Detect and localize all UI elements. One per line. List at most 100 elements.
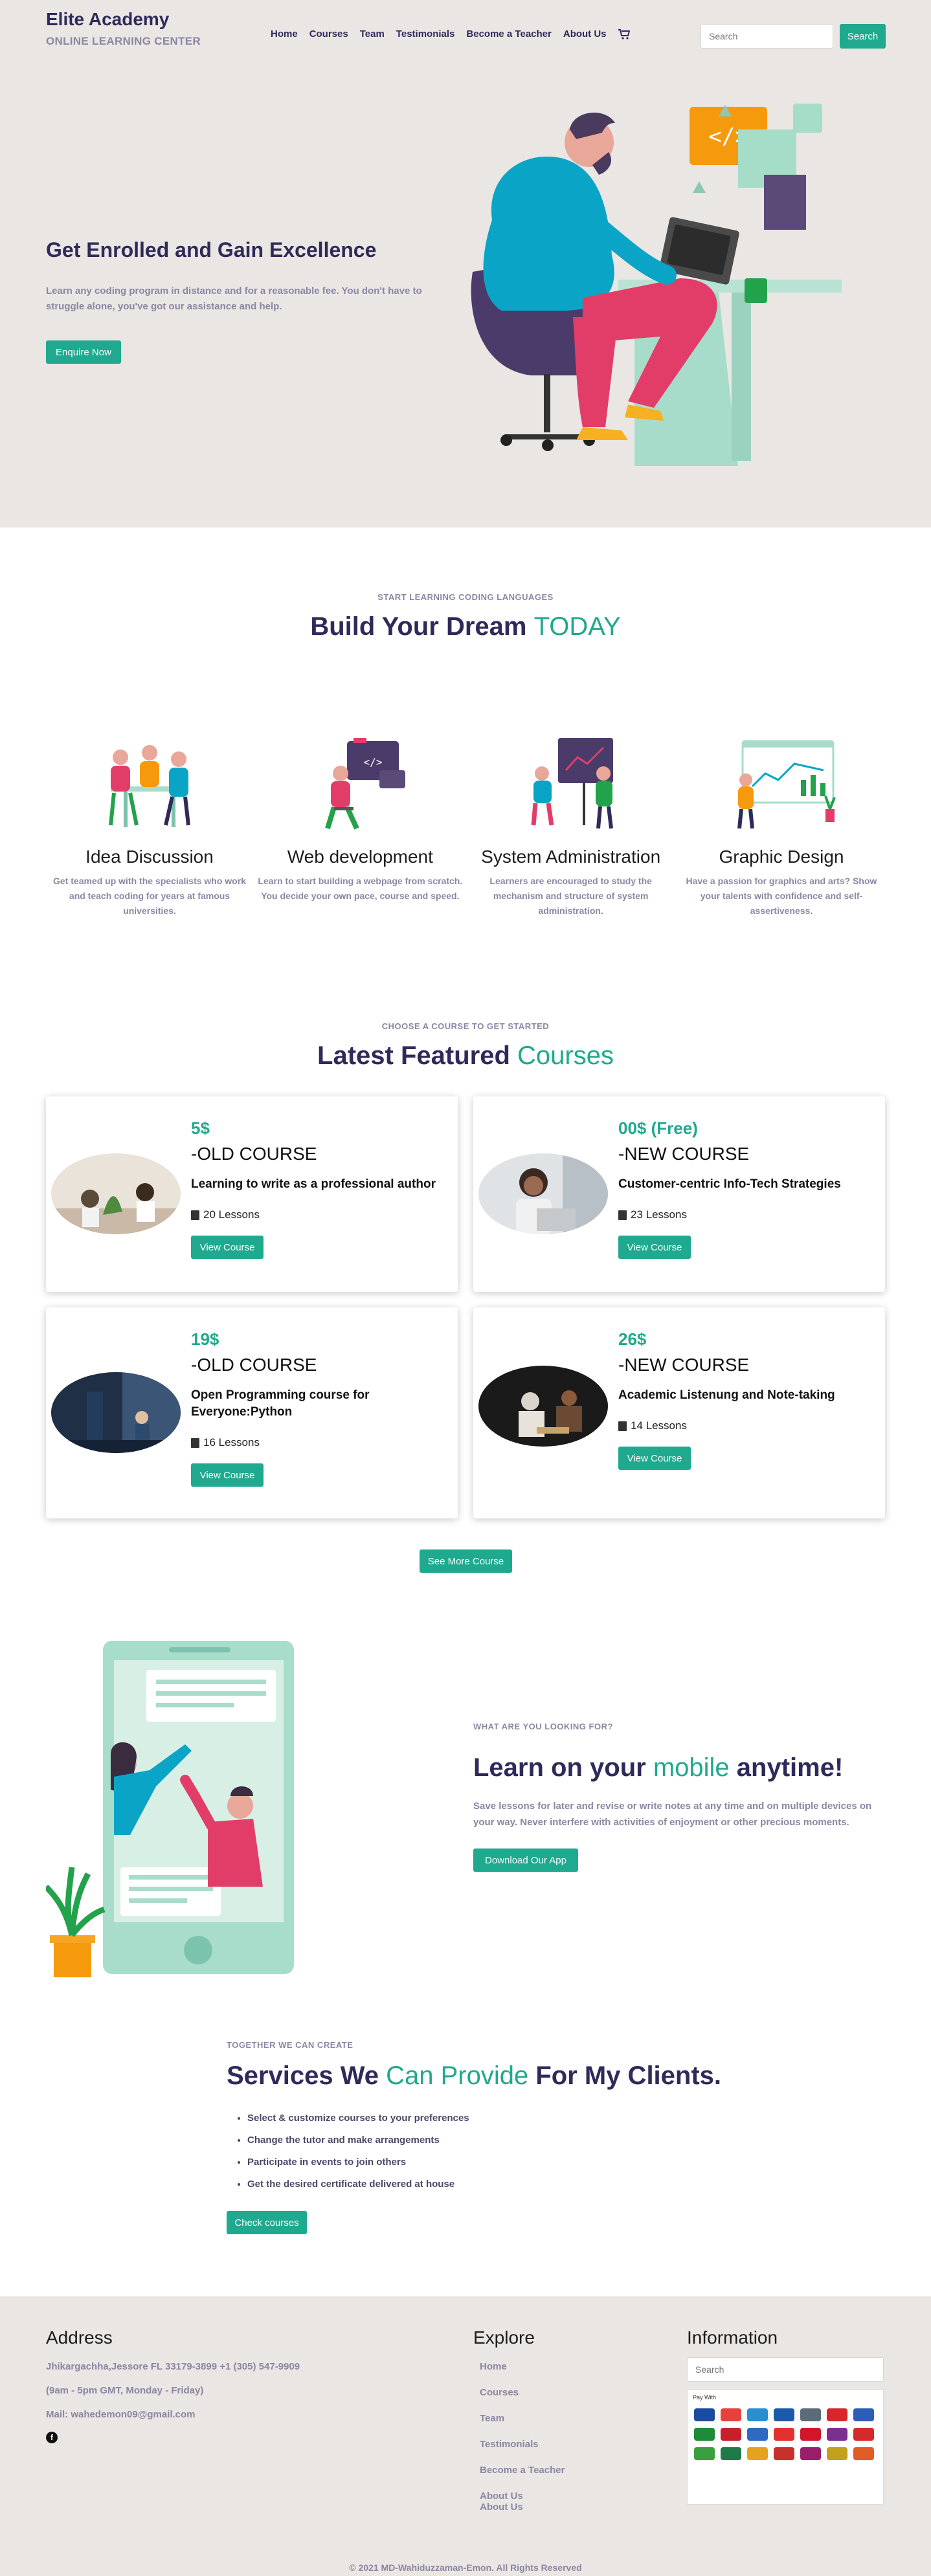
app-title-a: Learn on your [473,1753,653,1782]
course-info: 26$ -NEW COURSE Academic Listenung and N… [618,1329,877,1470]
services-list: Select & customize courses to your prefe… [227,2113,809,2190]
course-card: 5$ -OLD COURSE Learning to write as a pr… [46,1096,458,1292]
course-card: 00$ (Free) -NEW COURSE Customer-centric … [473,1096,885,1292]
course-image [51,1153,181,1234]
service-item: Select & customize courses to your prefe… [247,2113,809,2124]
course-grid: 5$ -OLD COURSE Learning to write as a pr… [46,1096,885,1518]
main-nav: Home Courses Team Testimonials Become a … [271,28,630,39]
visa-logo-icon [694,2408,715,2421]
check-courses-button[interactable]: Check courses [227,2211,307,2234]
nav-become-teacher[interactable]: Become a Teacher [466,28,551,39]
enquire-now-button[interactable]: Enquire Now [46,340,121,364]
course-info: 19$ -OLD COURSE Open Programming course … [191,1329,450,1487]
feature-text: Get teamed up with the specialists who w… [53,876,246,916]
see-more-courses-button[interactable]: See More Course [420,1549,512,1573]
nav-testimonials[interactable]: Testimonials [396,28,455,39]
view-course-button[interactable]: View Course [191,1463,264,1487]
hero-illustration: </> [471,104,842,466]
feature-text: Learners are encouraged to study the mec… [489,876,652,916]
bank-logo-icon [747,2428,768,2441]
app-title-accent: mobile [653,1753,730,1782]
brand-title[interactable]: Elite Academy [46,9,201,30]
explore-links: Home Courses Team Testimonials Become a … [473,2361,565,2513]
nav-about-us[interactable]: About Us [563,28,607,39]
bank-logo-icon [774,2447,794,2460]
nav-courses[interactable]: Courses [309,28,348,39]
footer-explore: Explore Home Courses Team Testimonials B… [473,2327,565,2513]
explore-link-become-teacher[interactable]: Become a Teacher [480,2465,565,2476]
feature-text: Learn to start building a webpage from s… [258,876,463,901]
explore-link-courses[interactable]: Courses [480,2387,565,2398]
course-card: 26$ -NEW COURSE Academic Listenung and N… [473,1307,885,1518]
view-course-button[interactable]: View Course [618,1236,691,1259]
learn-eyebrow: START LEARNING CODING LANGUAGES [377,592,554,602]
service-item: Change the tutor and make arrangements [247,2135,809,2146]
app-title: Learn on your mobile anytime! [473,1753,885,1782]
amex-logo-icon [747,2408,768,2421]
explore-link-team[interactable]: Team [480,2413,565,2424]
view-course-button[interactable]: View Course [191,1236,264,1259]
services-title-a: Services We [227,2061,387,2090]
explore-link-home[interactable]: Home [480,2361,565,2372]
bank-logo-icon [853,2447,874,2460]
header-search: Search [701,24,886,49]
services-title-b: For My Clients. [528,2061,722,2090]
course-kind: -NEW COURSE [618,1144,750,1164]
mail-address[interactable]: Mail: wahedemon09@gmail.com [46,2409,300,2420]
course-info: 5$ -OLD COURSE Learning to write as a pr… [191,1118,450,1259]
feature-title: System Administration [481,847,661,867]
nav-team[interactable]: Team [360,28,385,39]
bank-logo-icon [721,2428,741,2441]
download-app-button[interactable]: Download Our App [473,1849,578,1872]
payment-methods-image: Pay With [687,2390,884,2505]
pay-with-label: Pay With [693,2394,717,2401]
courses-title: Latest Featured Courses [0,1041,931,1071]
bank-logo-icon [694,2428,715,2441]
course-price: 19$ [191,1329,219,1349]
course-price: 26$ [618,1329,647,1349]
course-price: 00$ (Free) [618,1118,698,1138]
explore-link-about-us[interactable]: About Us [480,2502,565,2513]
nav-home[interactable]: Home [271,28,298,39]
bank-logo-icon [827,2428,847,2441]
explore-link-testimonials[interactable]: Testimonials [480,2439,565,2450]
lessons-count: 23 Lessons [631,1208,687,1221]
feature-title: Web development [287,847,433,867]
feature-graphic-design: Graphic Design Have a passion for graphi… [678,735,885,918]
feature-text: Have a passion for graphics and arts? Sh… [686,876,877,916]
learn-title-main: Build Your Dream [310,612,534,641]
search-button[interactable]: Search [840,24,886,49]
course-lessons: 16 Lessons [191,1436,450,1449]
feature-list: Idea Discussion Get teamed up with the s… [46,735,885,918]
footer-search-input[interactable] [687,2357,884,2382]
bank-logo-icon [800,2447,821,2460]
feature-web-development: </> Web development Learn to start build… [256,735,464,918]
courses-section: CHOOSE A COURSE TO GET STARTED Latest Fe… [0,1021,931,1071]
course-kind: -OLD COURSE [191,1355,317,1375]
mobile-app-illustration [46,1641,294,1977]
information-heading: Information [687,2327,778,2348]
explore-link-about-us[interactable]: About Us [480,2491,565,2502]
footer-address: Address Jhikargachha,Jessore FL 33179-38… [46,2327,300,2443]
course-image [478,1153,608,1234]
svg-text:</>: </> [364,756,383,768]
cart-icon[interactable] [618,28,630,39]
service-item: Get the desired certificate delivered at… [247,2179,809,2190]
courses-title-accent: Courses [517,1041,614,1070]
bank-logo-icon [853,2408,874,2421]
payment-logo-grid [694,2408,875,2460]
lessons-count: 16 Lessons [203,1436,260,1449]
facebook-icon[interactable]: f [46,2432,58,2443]
brand-subtitle: ONLINE LEARNING CENTER [46,35,201,47]
learn-title-accent: TODAY [533,612,621,641]
feature-title: Graphic Design [719,847,844,867]
page: { "brand": { "title": "Elite Academy", "… [0,0,931,2576]
team-discussion-illustration [109,745,190,827]
search-input[interactable] [701,24,833,49]
bank-logo-icon [800,2428,821,2441]
brand[interactable]: Elite Academy ONLINE LEARNING CENTER [46,9,201,48]
course-lessons: 20 Lessons [191,1208,450,1221]
bank-logo-icon [800,2408,821,2421]
view-course-button[interactable]: View Course [618,1447,691,1470]
bank-logo-icon [694,2447,715,2460]
